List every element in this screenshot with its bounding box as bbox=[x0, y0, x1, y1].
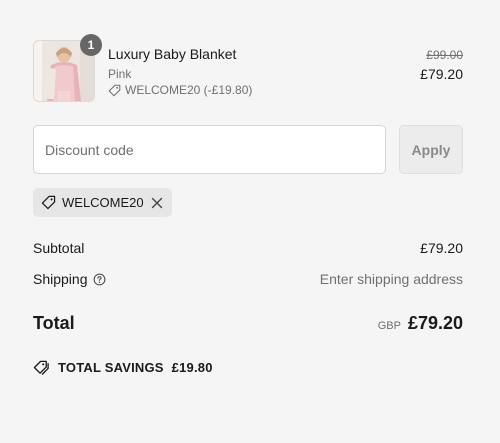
applied-discount-tag: WELCOME20 bbox=[33, 188, 172, 217]
total-value: £79.20 bbox=[407, 313, 463, 333]
total-savings-label: TOTAL SAVINGS bbox=[58, 360, 164, 375]
total-currency: GBP bbox=[377, 320, 401, 332]
product-variant: Pink bbox=[108, 67, 132, 81]
order-summary: 1 Luxury Baby Blanket Pink WELCOME20 (-£… bbox=[0, 0, 500, 443]
total-savings-value: £19.80 bbox=[171, 360, 213, 375]
product-discount: WELCOME20 (-£19.80) bbox=[108, 83, 252, 97]
total-label: Total bbox=[33, 313, 75, 333]
original-price: £99.00 bbox=[426, 48, 463, 62]
discount-code-input[interactable] bbox=[33, 125, 386, 174]
tag-icon bbox=[41, 195, 56, 210]
applied-discount-code: WELCOME20 bbox=[62, 195, 144, 210]
subtotal-value: £79.20 bbox=[420, 240, 463, 256]
shipping-row: Shipping Enter shipping address bbox=[33, 271, 463, 287]
subtotal-row: Subtotal £79.20 bbox=[33, 240, 463, 256]
shipping-label-group: Shipping bbox=[33, 271, 106, 287]
line-item: 1 Luxury Baby Blanket Pink WELCOME20 (-£… bbox=[33, 34, 463, 102]
product-title: Luxury Baby Blanket bbox=[108, 46, 237, 62]
quantity-badge: 1 bbox=[80, 34, 102, 56]
tag-icon bbox=[108, 84, 121, 96]
total-row: Total GBP £79.20 bbox=[33, 313, 463, 334]
tags-icon bbox=[33, 360, 49, 375]
product-price: £79.20 bbox=[420, 66, 463, 82]
question-circle-icon bbox=[93, 273, 105, 285]
shipping-help-button[interactable] bbox=[93, 273, 106, 286]
shipping-label: Shipping bbox=[33, 271, 88, 287]
total-amount-group: GBP £79.20 bbox=[378, 313, 463, 334]
total-savings: TOTAL SAVINGS £19.80 bbox=[33, 359, 213, 376]
apply-button[interactable]: Apply bbox=[399, 125, 463, 174]
remove-discount-button[interactable] bbox=[150, 196, 164, 210]
product-discount-text: WELCOME20 (-£19.80) bbox=[125, 83, 253, 97]
shipping-value: Enter shipping address bbox=[319, 271, 463, 287]
subtotal-label: Subtotal bbox=[33, 240, 85, 256]
close-icon bbox=[151, 197, 163, 208]
